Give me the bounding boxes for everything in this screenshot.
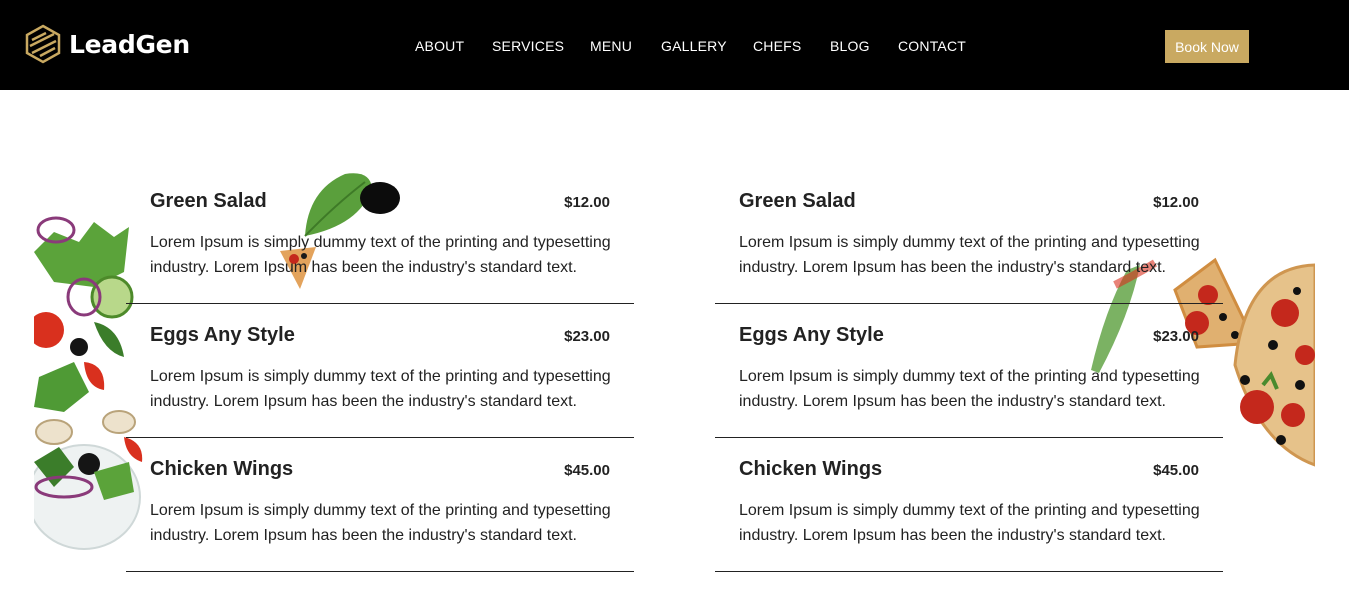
menu-item-name: Green Salad <box>150 190 267 212</box>
menu-item-name: Eggs Any Style <box>150 324 295 346</box>
menu-column-left: Green Salad $12.00 Lorem Ipsum is simply… <box>126 170 634 572</box>
menu-item-description: Lorem Ipsum is simply dummy text of the … <box>739 502 1200 544</box>
menu-item-price: $23.00 <box>564 328 610 345</box>
navbar: LeadGen ABOUT SERVICES MENU GALLERY CHEF… <box>0 0 1349 90</box>
menu-item: Chicken Wings $45.00 Lorem Ipsum is simp… <box>126 438 634 572</box>
nav-blog[interactable]: BLOG <box>830 38 870 54</box>
main-nav: ABOUT SERVICES MENU GALLERY CHEFS BLOG C… <box>0 38 1349 58</box>
menu-item-name: Eggs Any Style <box>739 324 884 346</box>
nav-menu[interactable]: MENU <box>590 38 632 54</box>
book-now-button[interactable]: Book Now <box>1165 30 1249 63</box>
menu-item: Chicken Wings $45.00 Lorem Ipsum is simp… <box>715 438 1223 572</box>
menu-item-price: $45.00 <box>1153 462 1199 479</box>
menu-column-right: Green Salad $12.00 Lorem Ipsum is simply… <box>715 170 1223 572</box>
menu-item-price: $23.00 <box>1153 328 1199 345</box>
menu-item-price: $12.00 <box>564 194 610 211</box>
nav-about[interactable]: ABOUT <box>415 38 464 54</box>
nav-gallery[interactable]: GALLERY <box>661 38 727 54</box>
menu-item-description: Lorem Ipsum is simply dummy text of the … <box>150 502 611 544</box>
menu-item-price: $12.00 <box>1153 194 1199 211</box>
menu-item-description: Lorem Ipsum is simply dummy text of the … <box>739 234 1200 276</box>
menu-item-name: Chicken Wings <box>739 458 883 480</box>
menu-item: Eggs Any Style $23.00 Lorem Ipsum is sim… <box>715 304 1223 438</box>
nav-services[interactable]: SERVICES <box>492 38 564 54</box>
nav-chefs[interactable]: CHEFS <box>753 38 801 54</box>
menu-item: Eggs Any Style $23.00 Lorem Ipsum is sim… <box>126 304 634 438</box>
menu-item-name: Green Salad <box>739 190 856 212</box>
menu-item: Green Salad $12.00 Lorem Ipsum is simply… <box>715 170 1223 304</box>
menu-item: Green Salad $12.00 Lorem Ipsum is simply… <box>126 170 634 304</box>
menu-item-description: Lorem Ipsum is simply dummy text of the … <box>150 368 611 410</box>
menu-item-description: Lorem Ipsum is simply dummy text of the … <box>150 234 611 276</box>
menu-item-price: $45.00 <box>564 462 610 479</box>
menu-item-name: Chicken Wings <box>150 458 294 480</box>
nav-contact[interactable]: CONTACT <box>898 38 966 54</box>
menu-item-description: Lorem Ipsum is simply dummy text of the … <box>739 368 1200 410</box>
